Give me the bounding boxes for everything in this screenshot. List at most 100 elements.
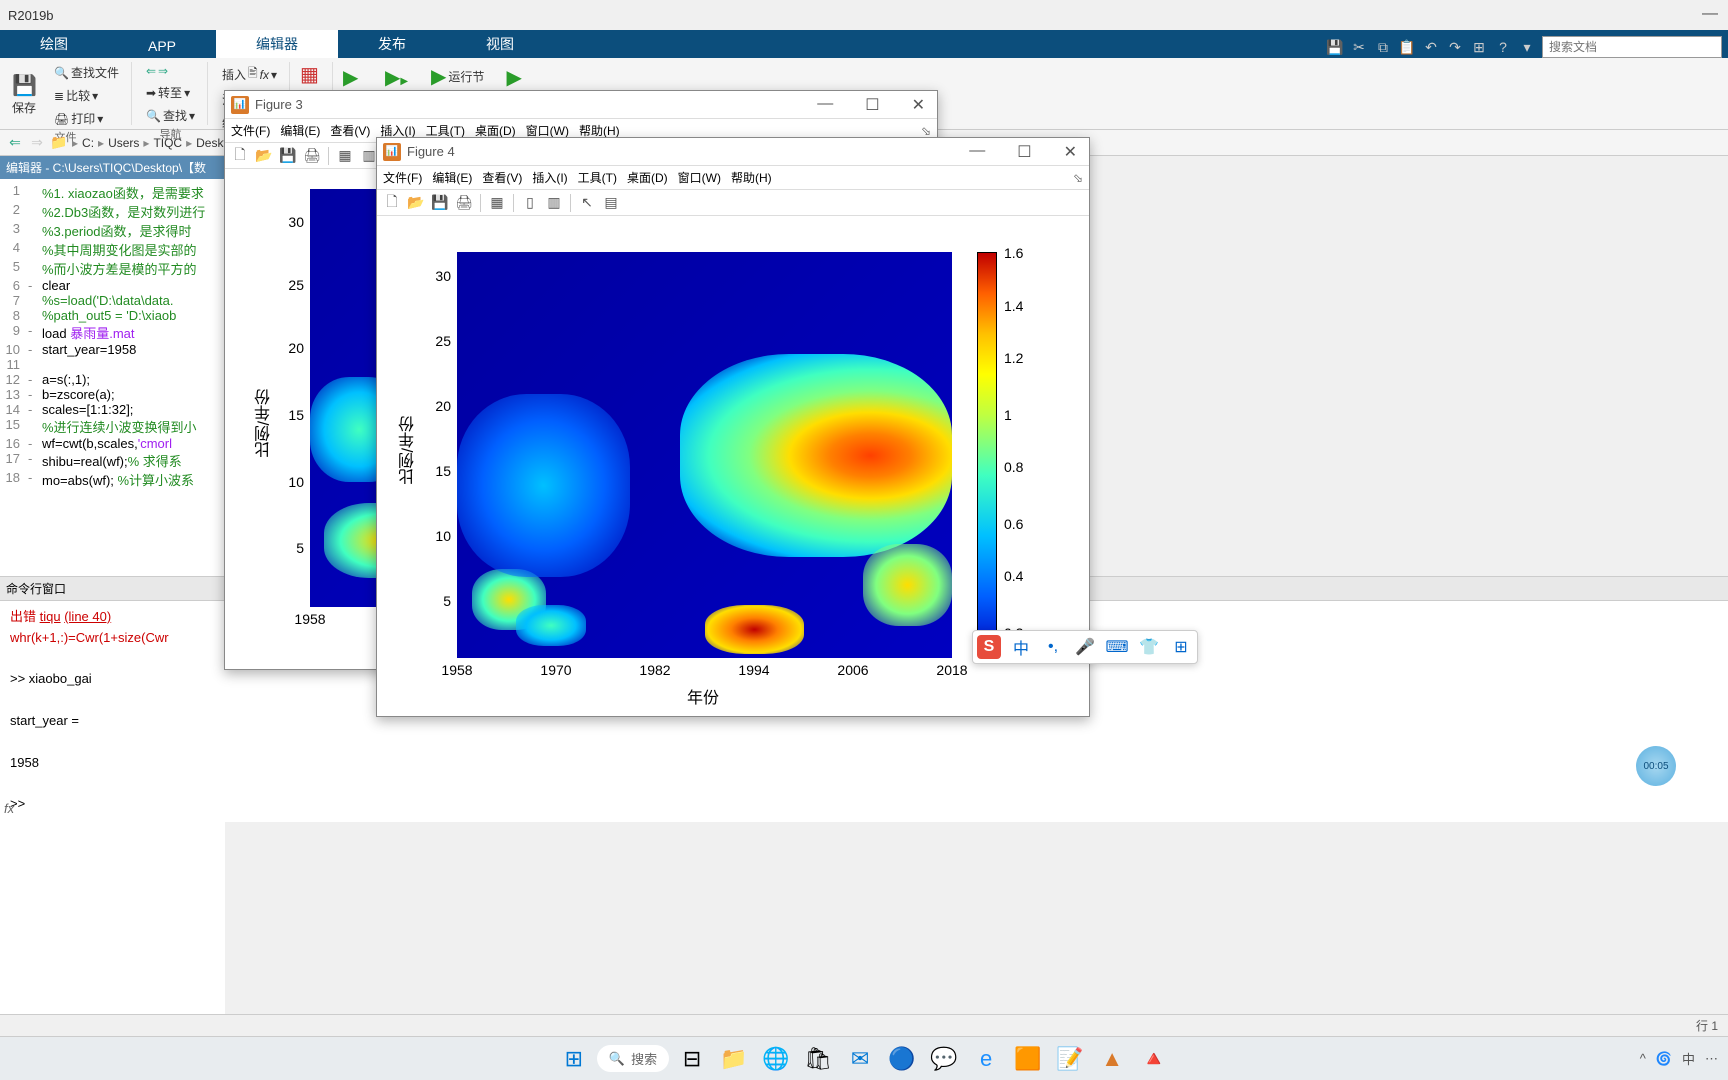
back-icon[interactable]: ⇐: [6, 134, 24, 152]
editor-line[interactable]: 15%进行连续小波变换得到小: [0, 417, 225, 436]
print-icon[interactable]: 🖨: [453, 192, 475, 214]
print-icon[interactable]: 🖨: [301, 145, 323, 167]
timer-badge[interactable]: 00:05: [1636, 746, 1676, 786]
minimize-icon[interactable]: —: [1702, 5, 1718, 23]
editor-line[interactable]: 16-wf=cwt(b,scales,'cmorl: [0, 436, 225, 451]
prompt[interactable]: >>: [10, 794, 1718, 815]
editor-line[interactable]: 7%s=load('D:\data\data.: [0, 293, 225, 308]
tab-editor[interactable]: 编辑器: [216, 30, 338, 58]
crumb-1[interactable]: Users: [108, 136, 139, 150]
tab-plot[interactable]: 绘图: [0, 30, 108, 58]
figure-4-titlebar[interactable]: 📊 Figure 4 — ☐ ✕: [377, 138, 1089, 166]
paste-icon[interactable]: 📋: [1398, 38, 1416, 56]
menu-view[interactable]: 查看(V): [330, 122, 370, 139]
menu-insert[interactable]: 插入(I): [532, 169, 567, 186]
editor-line[interactable]: 12-a=s(:,1);: [0, 372, 225, 387]
search-docs-input[interactable]: [1542, 36, 1722, 58]
new-icon[interactable]: 🗋: [381, 192, 403, 214]
ime-keyboard-icon[interactable]: ⌨: [1105, 635, 1129, 659]
undo-icon[interactable]: ↶: [1422, 38, 1440, 56]
layout-icon[interactable]: ▦: [486, 192, 508, 214]
figure-3-titlebar[interactable]: 📊 Figure 3 — ☐ ✕: [225, 91, 937, 119]
docking-icon[interactable]: ⬂: [1073, 171, 1083, 185]
ime-menu-icon[interactable]: ⊞: [1169, 635, 1193, 659]
editor-line[interactable]: 11: [0, 357, 225, 372]
start-icon[interactable]: ⊞: [555, 1040, 593, 1078]
tab-view[interactable]: 视图: [446, 30, 554, 58]
tab-app[interactable]: APP: [108, 34, 216, 58]
find-button[interactable]: 🔍 查找 ▾: [142, 105, 199, 126]
ime-voice-icon[interactable]: 🎤: [1073, 635, 1097, 659]
ie-icon[interactable]: e: [967, 1040, 1005, 1078]
goto-button[interactable]: ➡ 转至 ▾: [142, 82, 199, 103]
save-icon[interactable]: 💾: [277, 145, 299, 167]
menu-edit[interactable]: 编辑(E): [280, 122, 320, 139]
ime-toolbar[interactable]: S 中 •, 🎤 ⌨ 👕 ⊞: [972, 630, 1198, 664]
find-files-button[interactable]: 🔍 查找文件: [50, 62, 123, 83]
mail-icon[interactable]: ✉: [841, 1040, 879, 1078]
taskbar-search[interactable]: 🔍 搜索: [597, 1045, 669, 1072]
editor-line[interactable]: 6-clear: [0, 278, 225, 293]
menu-file[interactable]: 文件(F): [383, 169, 422, 186]
menu-window[interactable]: 窗口(W): [678, 169, 721, 186]
copy-icon[interactable]: ⧉: [1374, 38, 1392, 56]
editor-line[interactable]: 14-scales=[1:1:32];: [0, 402, 225, 417]
notepad-icon[interactable]: 📝: [1051, 1040, 1089, 1078]
save-icon[interactable]: 💾: [429, 192, 451, 214]
dropdown-icon[interactable]: ▾: [1518, 38, 1536, 56]
save-icon[interactable]: 💾: [12, 73, 36, 97]
menu-view[interactable]: 查看(V): [482, 169, 522, 186]
pointer-icon[interactable]: ↖: [576, 192, 598, 214]
editor-line[interactable]: 3%3.period函数，是求得时: [0, 221, 225, 240]
tray-chevron-icon[interactable]: ^: [1640, 1051, 1646, 1066]
breakpoints-icon[interactable]: ▦: [300, 62, 324, 86]
editor-line[interactable]: 2%2.Db3函数，是对数列进行: [0, 202, 225, 221]
close-icon[interactable]: ✕: [906, 93, 931, 117]
open-icon[interactable]: 📂: [253, 145, 275, 167]
menu-desktop[interactable]: 桌面(D): [627, 169, 668, 186]
nav-back-button[interactable]: ⇐ ⇒: [142, 62, 199, 80]
new-icon[interactable]: 🗋: [229, 145, 251, 167]
menu-file[interactable]: 文件(F): [231, 122, 270, 139]
system-tray[interactable]: ^ 🌀 中 ⋯: [1640, 1049, 1718, 1068]
ime-lang[interactable]: 中: [1009, 635, 1033, 659]
redo-icon[interactable]: ↷: [1446, 38, 1464, 56]
menu-tools[interactable]: 工具(T): [578, 169, 617, 186]
crumb-2[interactable]: TIQC: [153, 136, 182, 150]
matlab-icon[interactable]: ▲: [1093, 1040, 1131, 1078]
editor-content[interactable]: 1%1. xiaozao函数，是需要求2%2.Db3函数，是对数列进行3%3.p…: [0, 179, 225, 493]
cut-icon[interactable]: ✂: [1350, 38, 1368, 56]
tray-ime-icon[interactable]: 中: [1682, 1049, 1695, 1068]
save-icon[interactable]: 💾: [1326, 38, 1344, 56]
app2-icon[interactable]: 🔺: [1135, 1040, 1173, 1078]
help-icon[interactable]: ?: [1494, 38, 1512, 56]
tray-weather-icon[interactable]: 🌀: [1656, 1051, 1672, 1067]
editor-line[interactable]: 17-shibu=real(wf);% 求得系: [0, 451, 225, 470]
grid-icon[interactable]: ▤: [600, 192, 622, 214]
editor-line[interactable]: 1%1. xiaozao函数，是需要求: [0, 183, 225, 202]
ime-punct-icon[interactable]: •,: [1041, 635, 1065, 659]
store-icon[interactable]: 🛍: [799, 1040, 837, 1078]
forward-icon[interactable]: ⇒: [28, 134, 46, 152]
run-advance-icon[interactable]: ▶▶: [385, 65, 409, 89]
editor-line[interactable]: 8%path_out5 = 'D:\xiaob: [0, 308, 225, 323]
close-icon[interactable]: ✕: [1058, 140, 1083, 164]
tab-publish[interactable]: 发布: [338, 30, 446, 58]
editor-line[interactable]: 5%而小波方差是模的平方的: [0, 259, 225, 278]
compare-button[interactable]: ≣ 比较 ▾: [50, 85, 123, 106]
print-button[interactable]: 🖨 打印 ▾: [50, 108, 123, 129]
ime-skin-icon[interactable]: 👕: [1137, 635, 1161, 659]
tray-more-icon[interactable]: ⋯: [1705, 1051, 1718, 1067]
run-timing-icon[interactable]: ▶: [506, 65, 530, 89]
crumb-0[interactable]: C:: [82, 136, 94, 150]
panel1-icon[interactable]: ▯: [519, 192, 541, 214]
switch-windows-icon[interactable]: ⊞: [1470, 38, 1488, 56]
browser-icon[interactable]: 🔵: [883, 1040, 921, 1078]
minimize-icon[interactable]: —: [811, 93, 839, 117]
wechat-icon[interactable]: 💬: [925, 1040, 963, 1078]
run-section-button[interactable]: ▶ 运行节: [427, 62, 488, 91]
editor-line[interactable]: 13-b=zscore(a);: [0, 387, 225, 402]
open-icon[interactable]: 📂: [405, 192, 427, 214]
save-button[interactable]: 保存: [8, 97, 40, 118]
layout-icon[interactable]: ▦: [334, 145, 356, 167]
